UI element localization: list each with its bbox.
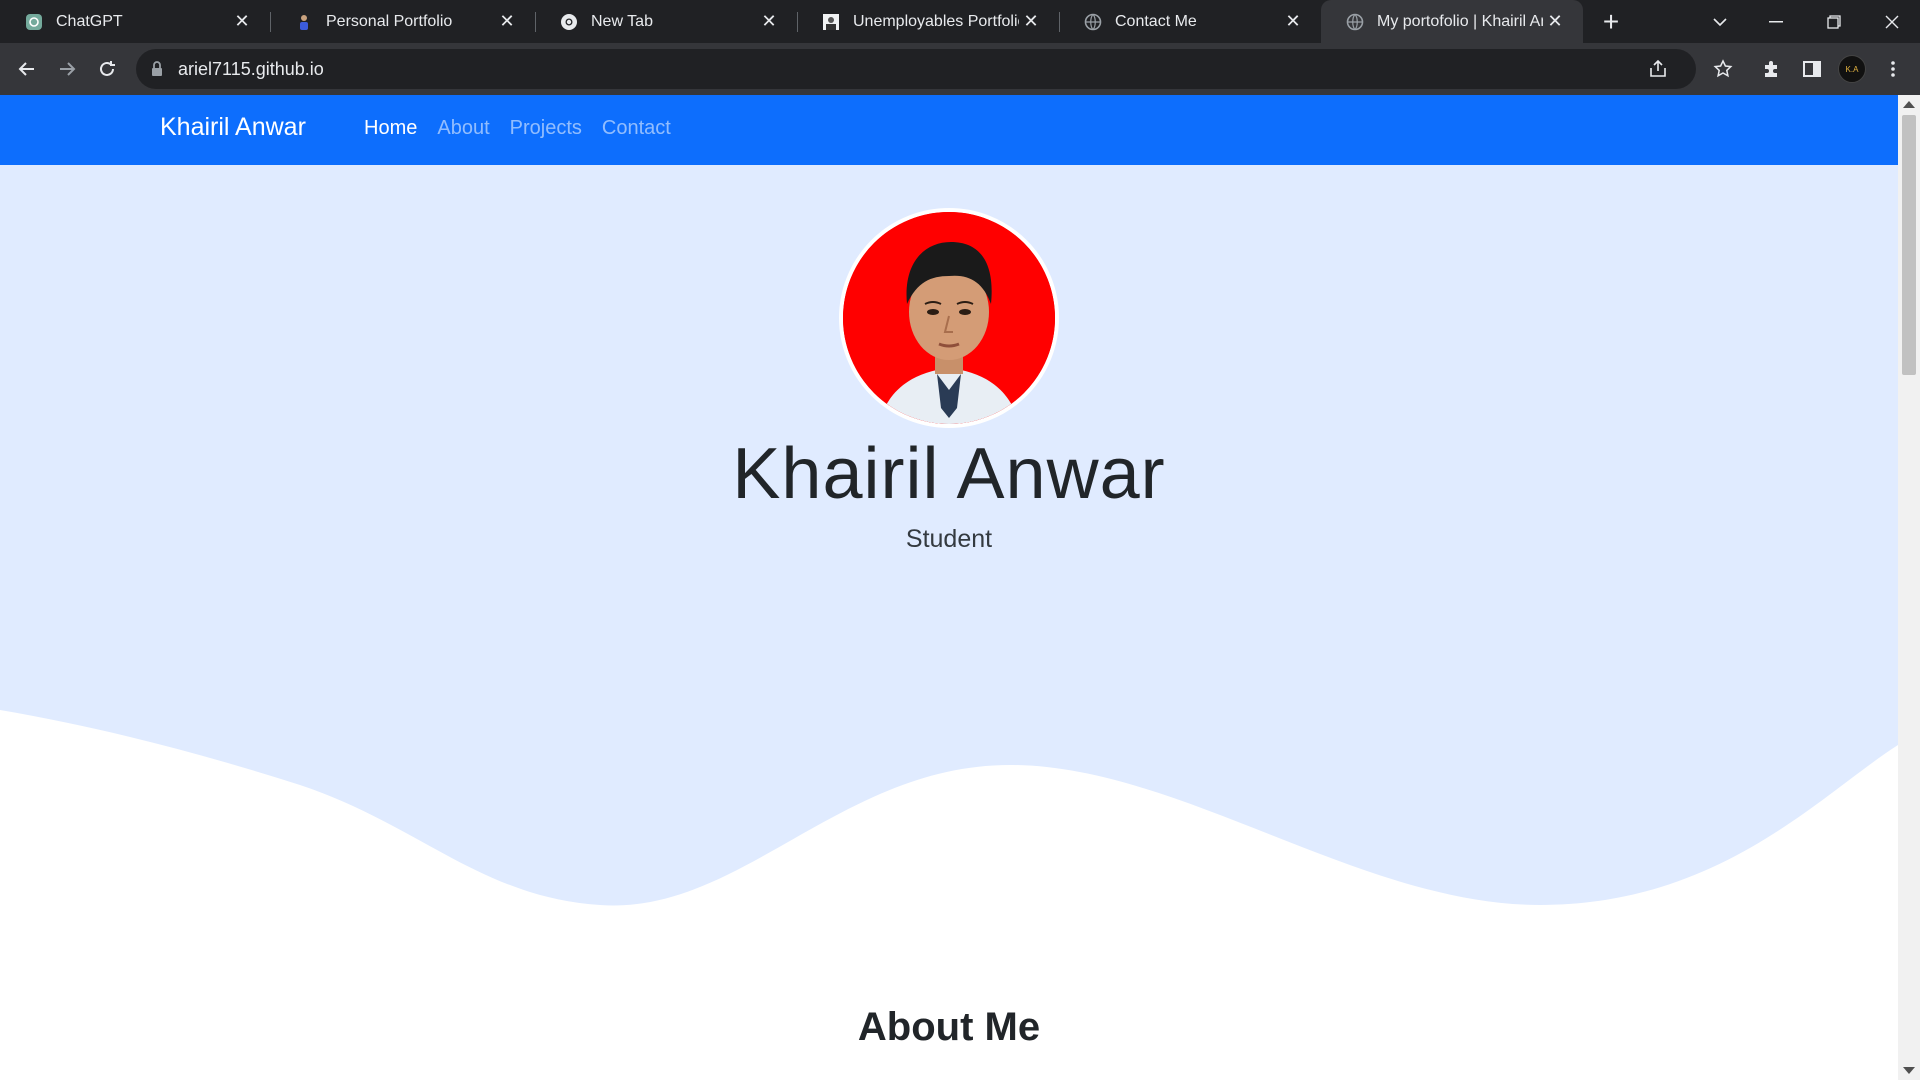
- reload-icon[interactable]: [90, 52, 124, 86]
- close-icon[interactable]: ✕: [1281, 10, 1305, 34]
- restore-icon[interactable]: [1806, 0, 1862, 43]
- bookmark-star-icon[interactable]: [1710, 56, 1736, 82]
- browser-tabstrip: ChatGPT ✕ Personal Portfolio ✕ New Tab ✕…: [0, 0, 1920, 43]
- tab-search-chevron-icon[interactable]: [1692, 0, 1748, 43]
- person-icon: [294, 12, 314, 32]
- tab-title: Contact Me: [1115, 12, 1197, 30]
- nav-link-about[interactable]: About: [437, 117, 489, 140]
- close-icon[interactable]: ✕: [757, 10, 781, 34]
- nav-link-contact[interactable]: Contact: [602, 117, 671, 140]
- forward-arrow-icon[interactable]: [50, 52, 84, 86]
- chatgpt-icon: [24, 12, 44, 32]
- close-icon[interactable]: ✕: [230, 10, 254, 34]
- extensions-puzzle-icon[interactable]: [1758, 56, 1784, 82]
- scroll-down-arrow-icon[interactable]: [1903, 1067, 1915, 1074]
- about-section-title: About Me: [857, 1005, 1041, 1049]
- hero-name: Khairil Anwar: [732, 434, 1166, 514]
- portrait-icon: [821, 12, 841, 32]
- close-window-icon[interactable]: [1864, 0, 1920, 43]
- url-text: ariel7115.github.io: [178, 59, 324, 79]
- site-brand[interactable]: Khairil Anwar: [160, 113, 306, 142]
- close-icon[interactable]: ✕: [1019, 10, 1043, 34]
- profile-avatar[interactable]: K.A: [1838, 55, 1866, 83]
- hero-section: Khairil Anwar Student: [0, 165, 1898, 965]
- close-icon[interactable]: ✕: [495, 10, 519, 34]
- chrome-icon: [559, 12, 579, 32]
- scrollbar-thumb[interactable]: [1902, 115, 1916, 375]
- lock-icon[interactable]: [150, 60, 168, 78]
- close-icon[interactable]: ✕: [1543, 10, 1567, 34]
- share-icon[interactable]: [1646, 57, 1670, 81]
- tab-new-tab[interactable]: New Tab ✕: [535, 0, 797, 43]
- side-panel-icon[interactable]: [1799, 56, 1825, 82]
- tab-contact-me[interactable]: Contact Me ✕: [1059, 0, 1321, 43]
- scroll-up-arrow-icon[interactable]: [1903, 101, 1915, 108]
- nav-link-projects[interactable]: Projects: [510, 117, 582, 140]
- tab-title: ChatGPT: [56, 12, 123, 30]
- page-viewport: Khairil Anwar Home About Projects Contac…: [0, 95, 1898, 1080]
- tab-title: My portofolio | Khairil Anwar: [1377, 12, 1543, 30]
- tab-my-portfolio[interactable]: My portofolio | Khairil Anwar ✕: [1321, 0, 1583, 43]
- profile-photo: [839, 208, 1059, 428]
- back-arrow-icon[interactable]: [10, 52, 44, 86]
- browser-toolbar: ariel7115.github.io K.A: [0, 43, 1920, 95]
- site-nav-links: Home About Projects Contact: [364, 117, 671, 140]
- page-scrollbar[interactable]: [1898, 95, 1920, 1080]
- tab-personal-portfolio[interactable]: Personal Portfolio ✕: [270, 0, 535, 43]
- nav-link-home[interactable]: Home: [364, 117, 417, 140]
- globe-icon: [1345, 12, 1365, 32]
- tab-chatgpt[interactable]: ChatGPT ✕: [0, 0, 270, 43]
- globe-icon: [1083, 12, 1103, 32]
- menu-kebab-icon[interactable]: [1880, 56, 1906, 82]
- tab-title: New Tab: [591, 12, 653, 30]
- tab-title: Personal Portfolio: [326, 12, 453, 30]
- tab-unemployables-portfolio[interactable]: Unemployables Portfolio ✕: [797, 0, 1059, 43]
- tab-title: Unemployables Portfolio: [853, 12, 1019, 30]
- minimize-icon[interactable]: [1748, 0, 1804, 43]
- hero-role: Student: [905, 525, 993, 553]
- site-navbar: Khairil Anwar Home About Projects Contac…: [0, 95, 1898, 165]
- new-tab-button[interactable]: +: [1595, 6, 1627, 38]
- address-bar[interactable]: ariel7115.github.io: [136, 49, 1696, 89]
